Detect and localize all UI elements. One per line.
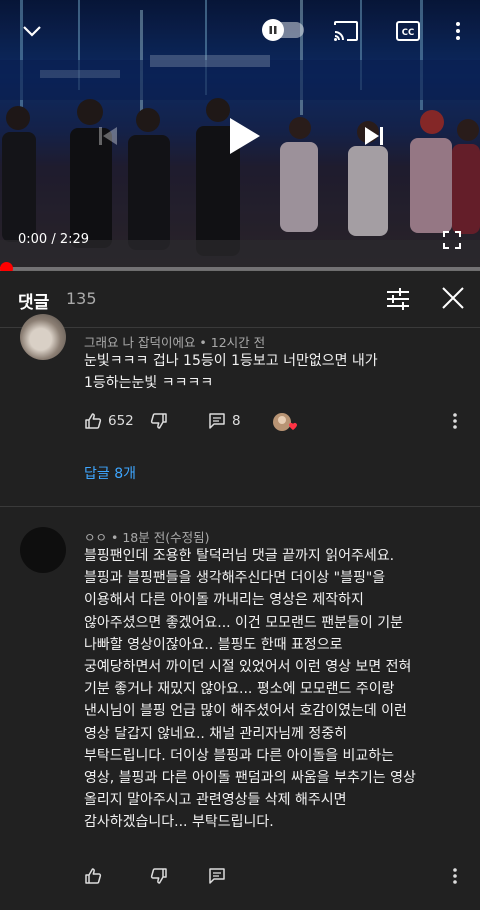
comment-item: 그래요 나 잡덕이에요 • 12시간 전 눈빛ㅋㅋㅋ 겁나 15등이 1등보고 … [0, 314, 480, 518]
thumb-down-icon [150, 867, 168, 885]
reply-count: 8 [232, 413, 241, 429]
thumb-up-icon [84, 412, 102, 430]
more-vert-icon[interactable] [448, 16, 468, 46]
skip-next-icon[interactable] [356, 118, 392, 154]
skip-previous-icon[interactable] [90, 118, 126, 154]
autoplay-toggle-icon[interactable] [262, 18, 306, 42]
dislike-button[interactable] [150, 412, 168, 430]
comment-meta: 그래요 나 잡덕이에요 • 12시간 전 [84, 335, 266, 350]
like-button[interactable]: 652 [84, 412, 134, 430]
video-time: 0:00 / 2:29 [18, 232, 90, 247]
dislike-button[interactable] [150, 867, 168, 885]
chevron-down-icon[interactable] [16, 16, 48, 46]
thumb-up-icon [84, 867, 102, 885]
comment-icon [208, 867, 226, 885]
avatar[interactable] [20, 314, 66, 360]
play-icon[interactable] [222, 112, 266, 160]
comment-icon [208, 412, 226, 430]
reply-button[interactable] [208, 867, 226, 885]
comment-text: 블핑팬인데 조용한 탈덕러님 댓글 끝까지 읽어주세요. 블핑과 블핑팬들을 생… [84, 548, 416, 831]
thumb-down-icon [150, 412, 168, 430]
svg-text:CC: CC [402, 28, 414, 38]
cast-icon[interactable] [330, 16, 362, 46]
more-vert-icon[interactable] [452, 867, 458, 885]
fullscreen-icon[interactable] [440, 228, 464, 252]
sort-filter-icon[interactable] [384, 285, 412, 313]
comment-meta: ㅇㅇ • 18분 전(수정됨) [84, 530, 210, 545]
avatar[interactable] [20, 527, 66, 573]
comments-header: 댓글 135 [0, 271, 480, 327]
captions-icon[interactable]: CC [392, 16, 424, 46]
more-vert-icon[interactable] [452, 412, 458, 430]
comment-item: ㅇㅇ • 18분 전(수정됨) 블핑팬인데 조용한 탈덕러님 댓글 끝까지 읽어… [0, 507, 480, 910]
comment-text: 눈빛ㅋㅋㅋ 겁나 15등이 1등보고 너만없으면 내가 1등하는눈빛 ㅋㅋㅋㅋ [84, 353, 378, 391]
like-count: 652 [108, 413, 134, 429]
view-replies-link[interactable]: 답글 8개 [84, 463, 136, 483]
close-icon[interactable] [440, 285, 466, 311]
video-player[interactable]: CC 0:00 / 2:29 [0, 0, 480, 270]
reply-button[interactable]: 8 [208, 412, 241, 430]
comment-actions [84, 867, 474, 891]
like-button[interactable] [84, 867, 102, 885]
comment-actions: 652 8 [84, 412, 474, 436]
creator-heart-icon [272, 412, 298, 434]
comments-title: 댓글 [18, 293, 50, 313]
comments-count: 135 [66, 289, 97, 308]
